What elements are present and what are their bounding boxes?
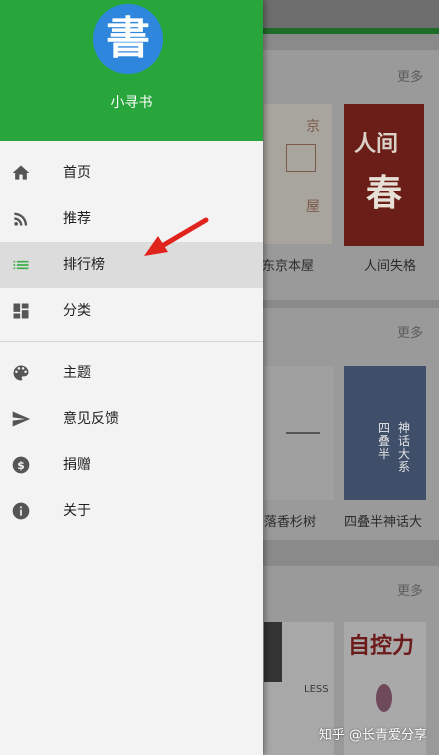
list-icon [13,260,29,270]
menu-item-category[interactable]: 分类 [0,288,263,334]
rss-icon [14,212,28,226]
menu-item-theme[interactable]: 主题 [0,350,263,396]
background-section-1: 更多 京 屋 人间 春 东京本屋 人间失格 [252,50,439,300]
book-title: 东京本屋 [262,259,315,274]
menu-item-label: 排行榜 [63,257,105,273]
menu-item-feedback[interactable]: 意见反馈 [0,396,263,442]
drawer-header: 書 小寻书 [0,0,263,141]
book-cover: 京 屋 [264,104,332,244]
menu-item-recommend[interactable]: 推荐 [0,196,263,242]
book-cover: 人间 春 [344,104,424,246]
menu-item-label: 首页 [63,165,91,181]
menu-divider [0,341,263,342]
book-cover [264,366,334,500]
book-cover: 四叠半 神话大系 [344,366,426,500]
more-link: 更多 [396,326,423,341]
book-title: 人间失格 [364,259,417,274]
menu-item-label: 主题 [63,365,91,381]
menu-item-label: 分类 [63,303,91,319]
menu-item-donate[interactable]: $ 捐赠 [0,442,263,488]
send-icon [12,411,31,427]
menu-item-ranking[interactable]: 排行榜 [0,242,263,288]
home-icon [12,165,30,180]
menu-item-about[interactable]: 关于 [0,488,263,534]
more-link: 更多 [396,70,423,85]
book-title: 四叠半神话大 [344,515,423,530]
drawer-menu: 首页 推荐 排行榜 分类 主题 意见反馈 $ 捐赠 关于 [0,150,263,534]
menu-item-label: 捐赠 [63,457,91,473]
info-icon [12,502,30,520]
more-link: 更多 [396,584,423,599]
dollar-icon: $ [12,456,30,474]
dashboard-icon [13,303,29,319]
navigation-drawer: 書 小寻书 首页 推荐 排行榜 分类 主题 意见反馈 $ 捐赠 关于 [0,0,263,755]
book-title: 落香杉树 [264,515,317,530]
menu-item-label: 推荐 [63,211,91,227]
app-logo: 書 [93,4,163,74]
background-section-2: 更多 四叠半 神话大系 落香杉树 四叠半神话大 [252,308,439,540]
menu-item-label: 关于 [63,503,91,519]
watermark: 知乎 @长青爱分享 [318,728,427,743]
palette-icon [13,365,29,381]
menu-item-home[interactable]: 首页 [0,150,263,196]
svg-text:$: $ [17,459,25,472]
app-name: 小寻书 [110,95,153,111]
annotation-arrow-icon [144,217,209,256]
menu-item-label: 意见反馈 [63,411,119,427]
